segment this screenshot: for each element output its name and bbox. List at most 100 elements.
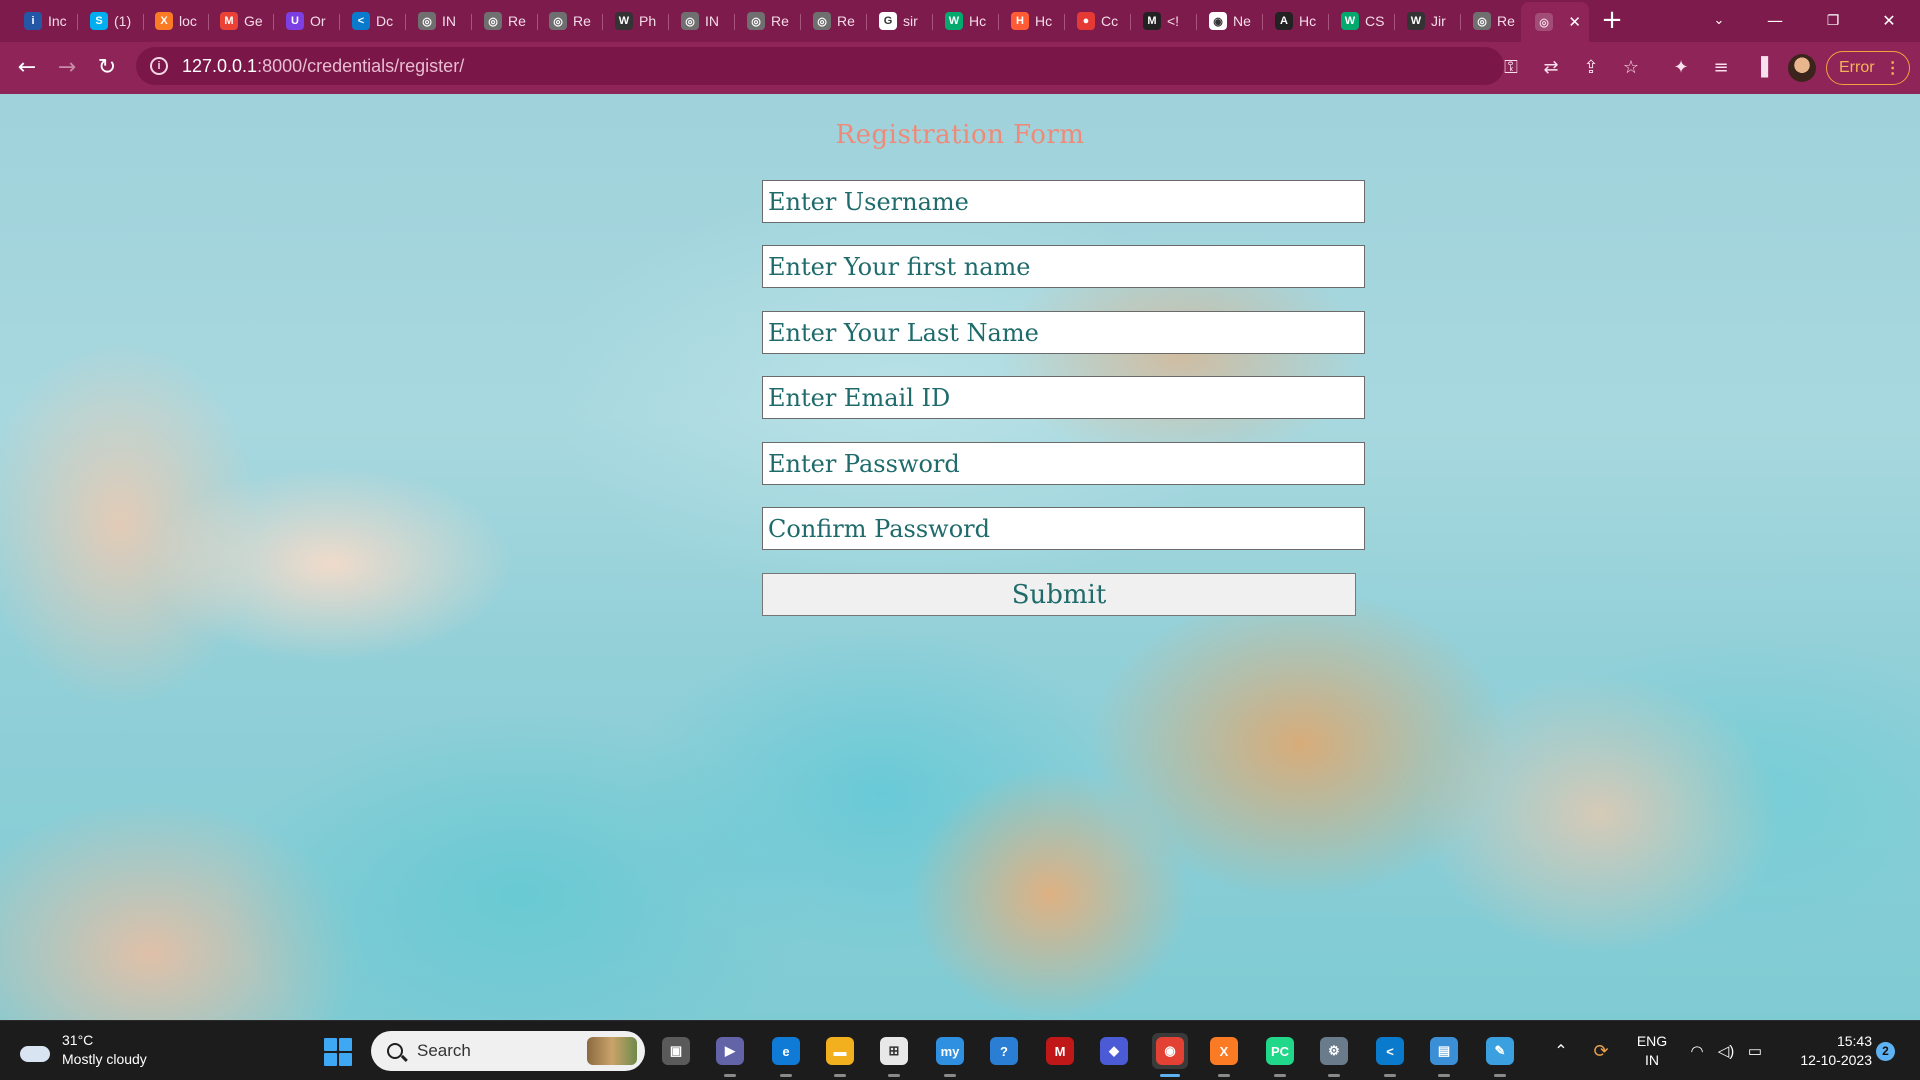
pycharm-icon[interactable]: PC xyxy=(1262,1033,1298,1077)
search-icon xyxy=(387,1043,403,1059)
email-input[interactable]: Enter Email ID xyxy=(762,376,1365,419)
notification-badge[interactable]: 2 xyxy=(1876,1042,1895,1061)
tab-21[interactable]: W Jir xyxy=(1397,6,1461,36)
close-window-button[interactable]: ✕ xyxy=(1866,6,1912,36)
reload-button[interactable]: ↻ xyxy=(91,52,123,84)
tab-12[interactable]: ◎ Re xyxy=(803,6,867,36)
close-tab-icon[interactable]: ✕ xyxy=(1568,13,1581,31)
tab-label: Re xyxy=(508,13,526,29)
mcafee-icon[interactable]: M xyxy=(1042,1033,1078,1069)
lang-line2: IN xyxy=(1645,1052,1659,1068)
globe-icon: ◎ xyxy=(681,12,699,30)
tab-4[interactable]: U Or xyxy=(276,6,340,36)
submit-button[interactable]: Submit xyxy=(762,573,1356,616)
tab-separator xyxy=(734,14,735,30)
meet-icon[interactable]: ▶ xyxy=(712,1033,748,1077)
copilot-icon[interactable]: ◆ xyxy=(1096,1033,1132,1069)
forward-button[interactable]: → xyxy=(51,52,83,84)
start-button[interactable] xyxy=(324,1038,352,1066)
password-input[interactable]: Enter Password xyxy=(762,442,1365,485)
store-icon[interactable]: ⊞ xyxy=(876,1033,912,1077)
task-view-icon[interactable]: ▣ xyxy=(658,1033,694,1069)
taskbar-search[interactable]: Search xyxy=(371,1031,645,1071)
file-explorer-glyph: ▬ xyxy=(826,1037,854,1065)
volume-icon[interactable]: ◁) xyxy=(1713,1021,1739,1080)
address-path: :8000/credentials/register/ xyxy=(257,55,465,76)
control-panel-icon[interactable]: ▤ xyxy=(1426,1033,1462,1077)
tab-15[interactable]: H Hc xyxy=(1001,6,1065,36)
mylio-icon[interactable]: my xyxy=(932,1033,968,1077)
tab-9[interactable]: W Ph xyxy=(605,6,669,36)
tab-8[interactable]: ◎ Re xyxy=(539,6,603,36)
hubspot-icon: H xyxy=(1011,12,1029,30)
help-icon[interactable]: ? xyxy=(986,1033,1022,1069)
tab-3[interactable]: M Ge xyxy=(210,6,274,36)
mylio-glyph: my xyxy=(936,1037,964,1065)
tab-10[interactable]: ◎ IN xyxy=(671,6,735,36)
tab-17[interactable]: M <! xyxy=(1133,6,1197,36)
tab-22[interactable]: ◎ Re xyxy=(1463,6,1527,36)
tab-13[interactable]: Gsir xyxy=(869,6,933,36)
tab-20[interactable]: W CS xyxy=(1331,6,1395,36)
bookmark-star-icon[interactable]: ☆ xyxy=(1618,55,1644,81)
chevron-up-icon[interactable]: ⌃ xyxy=(1546,1021,1576,1080)
vscode-icon: < xyxy=(352,12,370,30)
tab-separator xyxy=(143,14,144,30)
running-indicator xyxy=(888,1074,900,1077)
tab-14[interactable]: W Hc xyxy=(935,6,999,36)
tab-7[interactable]: ◎ Re xyxy=(474,6,538,36)
address-bar[interactable]: i 127.0.0.1:8000/credentials/register/ xyxy=(136,47,1504,85)
minimize-button[interactable]: — xyxy=(1752,6,1798,36)
battery-icon[interactable]: ▭ xyxy=(1742,1021,1768,1080)
last-name-input[interactable]: Enter Your Last Name xyxy=(762,311,1365,354)
tab-separator xyxy=(998,14,999,30)
tab-11[interactable]: ◎ Re xyxy=(737,6,801,36)
settings-icon[interactable]: ⚙ xyxy=(1316,1033,1352,1077)
tab-label: Re xyxy=(1497,13,1515,29)
tab-0[interactable]: i Inc xyxy=(14,6,78,36)
tab-5[interactable]: < Dc xyxy=(342,6,406,36)
error-button[interactable]: Error ⋮ xyxy=(1826,51,1910,85)
tab-19[interactable]: A Hc xyxy=(1265,6,1329,36)
language-indicator[interactable]: ENG IN xyxy=(1632,1021,1672,1080)
edge-icon[interactable]: e xyxy=(768,1033,804,1077)
last-name-placeholder: Enter Your Last Name xyxy=(768,318,1039,347)
tab-1[interactable]: S (1) xyxy=(80,6,144,36)
paint-icon[interactable]: ✎ xyxy=(1482,1033,1518,1077)
vscode-icon[interactable]: < xyxy=(1372,1033,1408,1077)
tab-2[interactable]: Xloc xyxy=(145,6,209,36)
tab-18[interactable]: ◉ Ne xyxy=(1199,6,1263,36)
confirm-password-input[interactable]: Confirm Password xyxy=(762,507,1365,550)
sync-icon[interactable]: ⟳ xyxy=(1586,1021,1616,1080)
tab-search-icon[interactable]: ⌄ xyxy=(1696,6,1742,36)
back-button[interactable]: ← xyxy=(11,52,43,84)
first-name-input[interactable]: Enter Your first name xyxy=(762,245,1365,288)
xampp-icon[interactable]: X xyxy=(1206,1033,1242,1077)
clock[interactable]: 15:43 12-10-2023 xyxy=(1780,1021,1872,1080)
extensions-icon[interactable]: ✦ xyxy=(1668,55,1694,81)
site-info-icon[interactable]: i xyxy=(150,57,168,75)
file-explorer-icon[interactable]: ▬ xyxy=(822,1033,858,1077)
translate-icon[interactable]: ⇄ xyxy=(1538,55,1564,81)
tab-16[interactable]: ● Cc xyxy=(1067,6,1131,36)
media-queue-icon[interactable]: ≡ xyxy=(1708,55,1734,81)
restore-button[interactable]: ❐ xyxy=(1810,6,1856,36)
chrome-icon[interactable]: ◉ xyxy=(1152,1033,1188,1077)
tab-label: Ph xyxy=(639,13,657,29)
share-icon[interactable]: ⇪ xyxy=(1578,55,1604,81)
username-input[interactable]: Enter Username xyxy=(762,180,1365,223)
wifi-icon[interactable]: ◠ xyxy=(1684,1021,1710,1080)
tab-6[interactable]: ◎ IN xyxy=(408,6,472,36)
key-icon[interactable]: ⚿ xyxy=(1498,55,1524,81)
avatar[interactable] xyxy=(1788,54,1816,82)
new-tab-button[interactable]: + xyxy=(1597,6,1627,36)
tab-label: Ge xyxy=(244,13,263,29)
store-glyph: ⊞ xyxy=(880,1037,908,1065)
xampp-icon: X xyxy=(155,12,173,30)
tab-label: Hc xyxy=(969,13,987,29)
weather-widget[interactable]: 31°C Mostly cloudy xyxy=(20,1031,147,1069)
tab-label: Dc xyxy=(376,13,394,29)
tab-separator xyxy=(405,14,406,30)
tab-active[interactable]: ◎ ✕ xyxy=(1521,2,1589,42)
side-panel-icon[interactable]: ▐ xyxy=(1748,55,1774,81)
